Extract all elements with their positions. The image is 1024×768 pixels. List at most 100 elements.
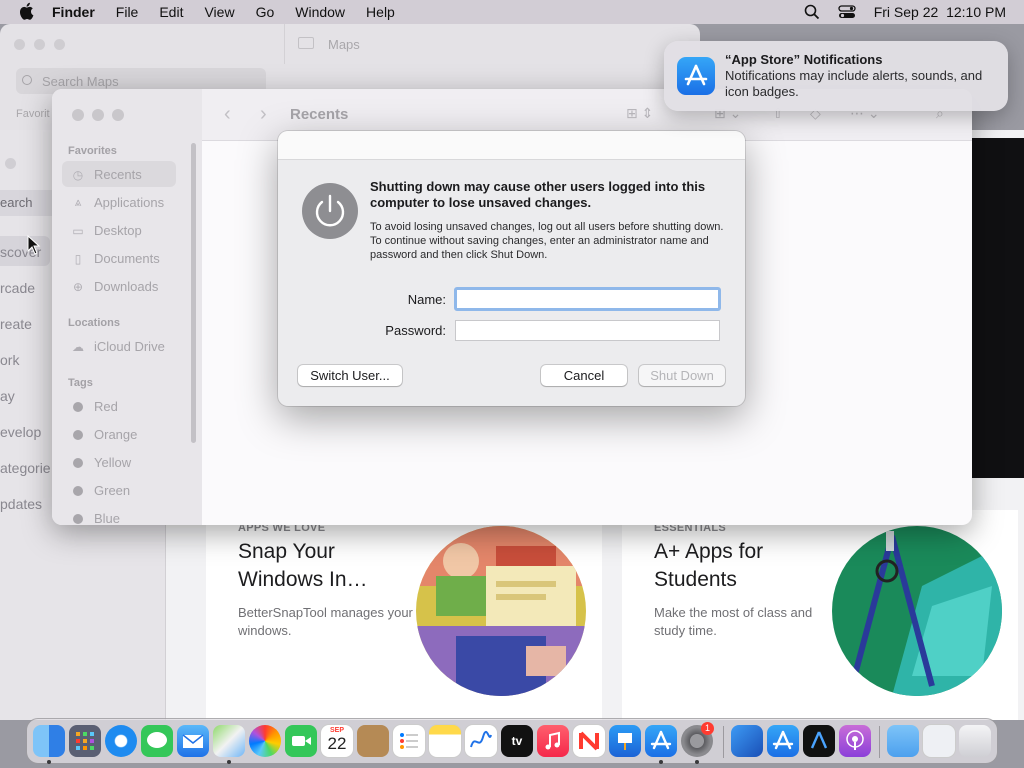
name-label: Name: bbox=[407, 292, 446, 307]
locations-header: Locations bbox=[68, 317, 120, 329]
contacts-icon[interactable] bbox=[357, 725, 389, 757]
app-store-nav-arcade[interactable]: rcade bbox=[0, 280, 35, 296]
forward-chevron-icon[interactable]: › bbox=[260, 103, 267, 126]
spotlight-search-icon[interactable] bbox=[804, 4, 820, 20]
view-grid-icon[interactable]: ⊞ ⇕ bbox=[626, 105, 653, 122]
app-store-close-button[interactable] bbox=[5, 158, 16, 169]
download-icon: ⊕ bbox=[72, 279, 84, 294]
sidebar-item-label: Orange bbox=[94, 427, 138, 442]
finder-close-button[interactable] bbox=[72, 109, 84, 121]
cancel-button[interactable]: Cancel bbox=[541, 365, 627, 386]
tag-dot-icon bbox=[73, 401, 83, 412]
maps-close-button[interactable] bbox=[14, 39, 25, 50]
app-store-nav-create[interactable]: reate bbox=[0, 316, 32, 332]
menu-app-name[interactable]: Finder bbox=[52, 4, 95, 20]
menu-window[interactable]: Window bbox=[295, 4, 345, 20]
messages-icon[interactable] bbox=[141, 725, 173, 757]
app-store-nav-develop[interactable]: evelop bbox=[0, 424, 41, 440]
sidebar-tag-blue[interactable]: Blue bbox=[70, 511, 120, 525]
menu-go[interactable]: Go bbox=[256, 4, 275, 20]
maps-sidebar-toggle-icon[interactable] bbox=[298, 37, 314, 49]
dialog-headline: Shutting down may cause other users logg… bbox=[370, 179, 706, 210]
running-indicator bbox=[47, 760, 51, 764]
app-store-featured-banner[interactable] bbox=[970, 138, 1024, 478]
app-store-recent-icon[interactable] bbox=[767, 725, 799, 757]
podcasts-icon[interactable] bbox=[839, 725, 871, 757]
instruments-icon[interactable] bbox=[803, 725, 835, 757]
password-label: Password: bbox=[385, 323, 446, 338]
tag-dot-icon bbox=[73, 485, 83, 496]
applications-icon: ⩓ bbox=[74, 195, 82, 209]
apple-menu-icon[interactable] bbox=[18, 2, 38, 23]
menubar-clock[interactable]: Fri Sep 22 12:10 PM bbox=[874, 4, 1006, 20]
finder-icon[interactable] bbox=[33, 725, 65, 757]
app-store-nav-play[interactable]: ay bbox=[0, 388, 15, 404]
menu-edit[interactable]: Edit bbox=[159, 4, 183, 20]
finder-minimize-button[interactable] bbox=[92, 109, 104, 121]
sidebar-tag-yellow[interactable]: Yellow bbox=[70, 455, 131, 470]
news-icon[interactable] bbox=[573, 725, 605, 757]
desktop-icon: ▭ bbox=[72, 223, 84, 238]
xcode-icon[interactable] bbox=[731, 725, 763, 757]
downloads-folder-icon[interactable] bbox=[887, 725, 919, 757]
freeform-icon[interactable] bbox=[465, 725, 497, 757]
switch-user-button[interactable]: Switch User... bbox=[298, 365, 402, 386]
calendar-month: SEP bbox=[329, 727, 344, 734]
back-chevron-icon[interactable]: ‹ bbox=[224, 103, 231, 126]
sidebar-tag-orange[interactable]: Orange bbox=[70, 427, 137, 442]
app-store-dock-icon[interactable] bbox=[645, 725, 677, 757]
screenshot-stack-icon[interactable] bbox=[923, 725, 955, 757]
sidebar-item-downloads[interactable]: ⊕ Downloads bbox=[70, 279, 158, 294]
sidebar-item-desktop[interactable]: ▭ Desktop bbox=[70, 223, 141, 238]
calendar-icon[interactable]: SEP 22 bbox=[321, 725, 353, 757]
tags-header: Tags bbox=[68, 377, 93, 389]
sidebar-item-label: Downloads bbox=[94, 279, 159, 294]
maps-minimize-button[interactable] bbox=[34, 39, 45, 50]
menu-view[interactable]: View bbox=[204, 4, 234, 20]
reminders-icon[interactable] bbox=[393, 725, 425, 757]
sidebar-tag-green[interactable]: Green bbox=[70, 483, 130, 498]
photos-icon[interactable] bbox=[249, 725, 281, 757]
trash-icon[interactable] bbox=[959, 725, 991, 757]
apple-tv-icon[interactable]: tv bbox=[501, 725, 533, 757]
app-store-nav-work[interactable]: ork bbox=[0, 352, 19, 368]
maps-search-placeholder: Search Maps bbox=[42, 74, 119, 89]
music-icon[interactable] bbox=[537, 725, 569, 757]
launchpad-icon[interactable] bbox=[69, 725, 101, 757]
password-field[interactable] bbox=[455, 320, 720, 341]
app-store-card-snap[interactable]: APPS WE LOVE Snap Your Windows In… Bette… bbox=[206, 510, 602, 720]
sidebar-scrollbar[interactable] bbox=[191, 143, 196, 443]
sidebar-item-icloud-drive[interactable]: ☁ iCloud Drive bbox=[70, 339, 165, 354]
app-store-nav-updates[interactable]: pdates bbox=[0, 496, 42, 512]
sidebar-item-applications[interactable]: ⩓ Applications bbox=[70, 195, 165, 210]
tag-dot-icon bbox=[73, 457, 83, 468]
name-field[interactable] bbox=[454, 287, 721, 311]
sidebar-item-label: Documents bbox=[94, 251, 160, 266]
menu-help[interactable]: Help bbox=[366, 4, 395, 20]
app-store-card-students[interactable]: ESSENTIALS A+ Apps for Students Make the… bbox=[622, 510, 1018, 720]
keynote-icon[interactable] bbox=[609, 725, 641, 757]
tag-dot-icon bbox=[73, 429, 83, 440]
notification-banner[interactable]: “App Store” Notifications Notifications … bbox=[664, 41, 1008, 111]
finder-zoom-button[interactable] bbox=[112, 109, 124, 121]
card-artwork-image bbox=[832, 526, 1002, 696]
app-store-search-text: earch bbox=[0, 195, 33, 210]
safari-icon[interactable] bbox=[105, 725, 137, 757]
maps-favorites-label: Favorit bbox=[16, 108, 50, 120]
menu-file[interactable]: File bbox=[116, 4, 139, 20]
card-headline: Snap Your Windows In… bbox=[238, 540, 368, 591]
facetime-icon[interactable] bbox=[285, 725, 317, 757]
maps-zoom-button[interactable] bbox=[54, 39, 65, 50]
mail-icon[interactable] bbox=[177, 725, 209, 757]
settings-badge: 1 bbox=[701, 722, 714, 735]
control-center-icon[interactable] bbox=[838, 5, 856, 19]
app-store-nav-categories[interactable]: ategorie bbox=[0, 460, 51, 476]
sidebar-tag-red[interactable]: Red bbox=[70, 399, 118, 414]
maps-icon[interactable] bbox=[213, 725, 245, 757]
sidebar-item-documents[interactable]: ▯ Documents bbox=[70, 251, 160, 266]
tag-dot-icon bbox=[73, 513, 83, 524]
notes-icon[interactable] bbox=[429, 725, 461, 757]
sidebar-item-label: iCloud Drive bbox=[94, 339, 165, 354]
sidebar-item-recents[interactable]: ◷ Recents bbox=[70, 167, 142, 182]
shut-down-button[interactable]: Shut Down bbox=[639, 365, 725, 386]
